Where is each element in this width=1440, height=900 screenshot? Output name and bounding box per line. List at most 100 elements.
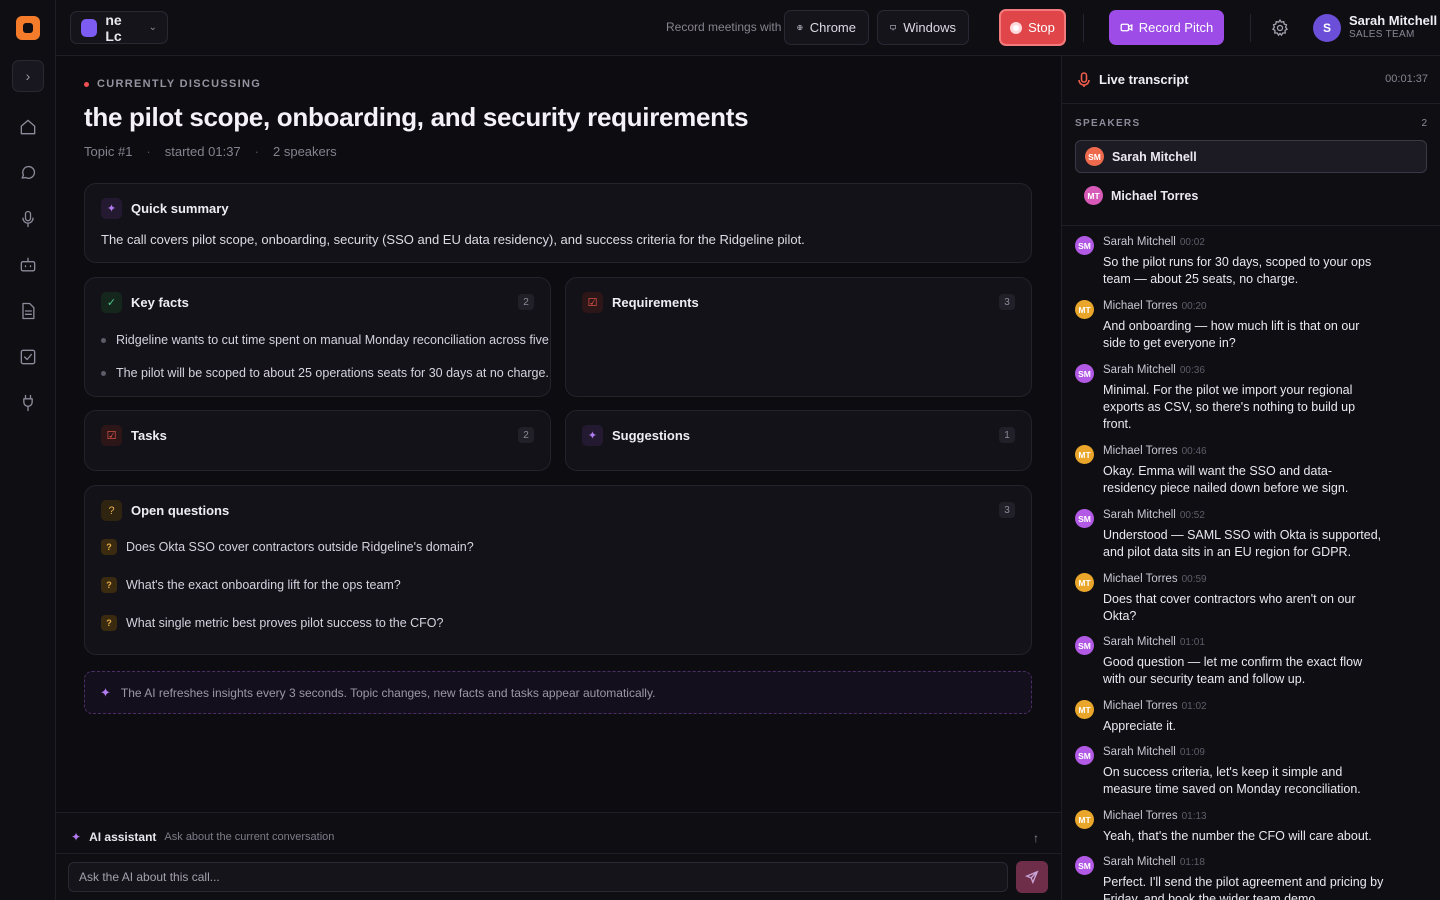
home-icon[interactable] bbox=[16, 115, 40, 139]
message-text: Appreciate it. bbox=[1103, 719, 1176, 733]
count-badge: 2 bbox=[518, 294, 534, 310]
message-time: 00:59 bbox=[1181, 574, 1207, 585]
windows-button[interactable]: Windows bbox=[877, 10, 969, 45]
count-badge: 1 bbox=[999, 427, 1015, 443]
help-circle-icon: ? bbox=[101, 500, 122, 521]
ai-assistant-panel: ✦ AI assistant Ask about the current con… bbox=[56, 812, 1061, 900]
collapse-arrow-icon[interactable]: ↑ bbox=[1033, 831, 1039, 845]
transcript-title: Live transcript bbox=[1099, 72, 1189, 87]
sparkle-icon: ✦ bbox=[101, 198, 122, 219]
ai-refresh-note: ✦ The AI refreshes insights every 3 seco… bbox=[84, 671, 1032, 714]
avatar: SM bbox=[1075, 856, 1094, 875]
expand-sidebar-button[interactable]: › bbox=[12, 60, 44, 92]
message-header: Sarah Mitchell 00:52 bbox=[1103, 509, 1205, 521]
send-button[interactable] bbox=[1016, 861, 1048, 893]
chrome-button[interactable]: Chrome bbox=[784, 10, 869, 45]
question-icon: ? bbox=[101, 577, 117, 593]
speaker-name: Michael Torres bbox=[1103, 573, 1178, 585]
plug-icon[interactable] bbox=[16, 391, 40, 415]
topic-started: started 01:37 bbox=[164, 144, 241, 159]
assistant-title: AI assistant bbox=[89, 830, 157, 844]
topic-speakers: 2 speakers bbox=[273, 144, 337, 159]
question-icon: ? bbox=[101, 539, 117, 555]
speaker-item[interactable]: MT Michael Torres bbox=[1075, 179, 1427, 212]
assistant-input[interactable] bbox=[68, 862, 1008, 892]
message-header: Michael Torres 00:46 bbox=[1103, 445, 1207, 457]
transcript-timer: 00:01:37 bbox=[1385, 73, 1428, 85]
document-icon[interactable] bbox=[16, 299, 40, 323]
avatar: SM bbox=[1075, 364, 1094, 383]
count-badge: 2 bbox=[518, 427, 534, 443]
sparkle-icon: ✦ bbox=[100, 684, 111, 700]
speaker-name: Michael Torres bbox=[1103, 300, 1178, 312]
speaker-name: Michael Torres bbox=[1111, 188, 1199, 203]
message-time: 00:46 bbox=[1181, 446, 1207, 457]
message-time: 01:01 bbox=[1179, 637, 1205, 648]
topic-title: the pilot scope, onboarding, and securit… bbox=[84, 102, 749, 132]
message-text: Good question — let me confirm the exact… bbox=[1103, 655, 1363, 686]
fact-text: The pilot will be scoped to about 25 ope… bbox=[116, 366, 549, 380]
meta-separator: · bbox=[254, 144, 259, 159]
message-text: Okay. Emma will want the SSO and data-re… bbox=[1103, 464, 1349, 495]
card-header: ✦ Quick summary bbox=[101, 198, 229, 219]
count-badge: 3 bbox=[999, 502, 1015, 518]
bot-icon[interactable] bbox=[16, 253, 40, 277]
speaker-name: Sarah Mitchell bbox=[1103, 364, 1176, 376]
speaker-name: Sarah Mitchell bbox=[1103, 636, 1176, 648]
divider bbox=[56, 853, 1061, 854]
workspace-select[interactable]: ne Lc ⌄ bbox=[70, 11, 168, 44]
card-title: Suggestions bbox=[612, 428, 691, 443]
divider bbox=[1250, 14, 1251, 42]
message-text: Yeah, that's the number the CFO will car… bbox=[1103, 829, 1372, 843]
message-header: Sarah Mitchell 00:36 bbox=[1103, 364, 1205, 376]
message-header: Michael Torres 00:20 bbox=[1103, 300, 1207, 312]
question-text: Does Okta SSO cover contractors outside … bbox=[126, 540, 474, 554]
requirements-card[interactable]: ☑ Requirements 3 bbox=[565, 277, 1032, 397]
question-item[interactable]: ? Does Okta SSO cover contractors outsid… bbox=[101, 539, 474, 555]
avatar: MT bbox=[1075, 300, 1094, 319]
stop-recording-button[interactable]: Stop bbox=[999, 9, 1066, 46]
message-time: 00:20 bbox=[1181, 301, 1207, 312]
count-badge: 3 bbox=[999, 294, 1015, 310]
question-item[interactable]: ? What single metric best proves pilot s… bbox=[101, 615, 444, 631]
card-title: Quick summary bbox=[131, 201, 229, 216]
main-content: CURRENTLY DISCUSSING the pilot scope, on… bbox=[56, 56, 1061, 900]
avatar: SM bbox=[1085, 147, 1104, 166]
speaker-name: Sarah Mitchell bbox=[1112, 149, 1197, 164]
assistant-subtitle: Ask about the current conversation bbox=[164, 831, 335, 843]
stop-label: Stop bbox=[1028, 20, 1055, 35]
speaker-name: Sarah Mitchell bbox=[1103, 856, 1176, 868]
fact-text: Ridgeline wants to cut time spent on man… bbox=[116, 333, 551, 347]
microphone-icon[interactable] bbox=[16, 207, 40, 231]
tasks-card[interactable]: ☑ Tasks 2 bbox=[84, 410, 551, 471]
message-header: Michael Torres 01:13 bbox=[1103, 810, 1207, 822]
user-avatar[interactable]: S bbox=[1313, 14, 1341, 42]
key-facts-card[interactable]: ✓ Key facts 2 Ridgeline wants to cut tim… bbox=[84, 277, 551, 397]
transcript-panel: Live transcript 00:01:37 SPEAKERS 2 SM S… bbox=[1061, 56, 1440, 900]
gear-icon[interactable] bbox=[1270, 18, 1290, 38]
card-title: Tasks bbox=[131, 428, 167, 443]
question-item[interactable]: ? What's the exact onboarding lift for t… bbox=[101, 577, 401, 593]
message-text: On success criteria, let's keep it simpl… bbox=[1103, 765, 1361, 796]
speakers-count: 2 bbox=[1421, 118, 1427, 129]
suggestions-card[interactable]: ✦ Suggestions 1 bbox=[565, 410, 1032, 471]
topic-meta: Topic #1 · started 01:37 · 2 speakers bbox=[84, 144, 337, 159]
windows-label: Windows bbox=[903, 20, 956, 35]
speaker-name: Sarah Mitchell bbox=[1103, 509, 1176, 521]
app-root: › ne Lc ⌄ Record meetings with Chrome Wi… bbox=[0, 0, 1440, 900]
checkbox-icon[interactable] bbox=[16, 345, 40, 369]
user-name: Sarah Mitchell bbox=[1349, 13, 1438, 28]
message-text: So the pilot runs for 30 days, scoped to… bbox=[1103, 255, 1372, 286]
sparkle-icon: ✦ bbox=[582, 425, 603, 446]
record-pitch-button[interactable]: Record Pitch bbox=[1109, 10, 1224, 45]
currently-discussing-label: CURRENTLY DISCUSSING bbox=[84, 78, 261, 90]
message-header: Sarah Mitchell 01:09 bbox=[1103, 746, 1205, 758]
fact-item: The pilot will be scoped to about 25 ope… bbox=[101, 366, 549, 380]
card-header: ✓ Key facts bbox=[101, 292, 189, 313]
chat-icon[interactable] bbox=[16, 161, 40, 185]
bullet-icon bbox=[101, 371, 106, 376]
check-icon: ✓ bbox=[101, 292, 122, 313]
speaker-item[interactable]: SM Sarah Mitchell bbox=[1075, 140, 1427, 173]
message-time: 00:52 bbox=[1179, 510, 1205, 521]
divider bbox=[1062, 225, 1440, 226]
